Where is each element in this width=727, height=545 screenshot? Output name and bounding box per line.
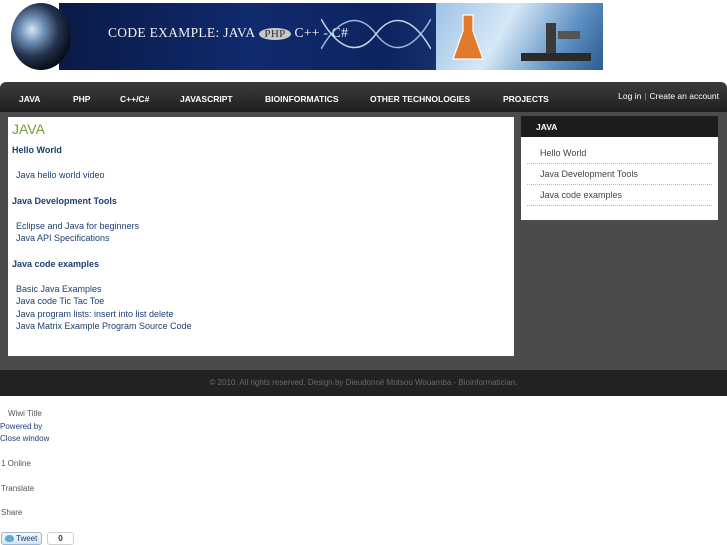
- create-account-link[interactable]: Create an account: [650, 91, 719, 101]
- sidebar-item-java-development-tools[interactable]: Java Development Tools: [527, 164, 712, 185]
- main-content: JAVA Hello World Java hello world video …: [8, 117, 514, 356]
- online-count: 1 Online: [1, 459, 31, 468]
- article-link[interactable]: Eclipse and Java for beginners: [16, 220, 510, 233]
- section-links-java-development-tools: Eclipse and Java for beginners Java API …: [12, 220, 510, 245]
- nav-item-php[interactable]: PHP: [73, 94, 90, 104]
- powered-by-link[interactable]: Powered by: [0, 422, 42, 431]
- nav-item-java[interactable]: JAVA: [19, 94, 40, 104]
- tweet-count: 0: [47, 532, 74, 545]
- sidebar-menu: JAVA Hello World Java Development Tools …: [521, 116, 718, 220]
- translate-link[interactable]: Translate: [1, 484, 34, 493]
- section-links-java-code-examples: Basic Java Examples Java code Tic Tac To…: [12, 283, 510, 333]
- globe-icon: [11, 3, 71, 70]
- sidebar-list: Hello World Java Development Tools Java …: [521, 137, 718, 206]
- tweet-button[interactable]: Tweet: [1, 532, 42, 545]
- nav-item-javascript[interactable]: JAVASCRIPT: [180, 94, 233, 104]
- section-title-java-code-examples[interactable]: Java code examples: [12, 259, 510, 269]
- article-link[interactable]: Java hello world video: [16, 169, 510, 182]
- nav-item-projects[interactable]: PROJECTS: [503, 94, 549, 104]
- page-title: JAVA: [12, 121, 45, 137]
- section-links-hello-world: Java hello world video: [12, 169, 510, 182]
- dna-helix-icon: [321, 18, 431, 50]
- close-window-link[interactable]: Close window: [0, 434, 49, 443]
- tweet-button-label: Tweet: [16, 534, 38, 543]
- nav-item-bioinformatics[interactable]: BIOINFORMATICS: [265, 94, 339, 104]
- sidebar-heading: JAVA: [521, 116, 718, 137]
- site-footer: © 2010. All rights reserved. Design by D…: [0, 370, 727, 396]
- banner-title: CODE EXAMPLE: JAVA PHP C++ - C#: [108, 25, 348, 41]
- section-title-java-development-tools[interactable]: Java Development Tools: [12, 196, 510, 206]
- article-link[interactable]: Java code Tic Tac Toe: [16, 295, 510, 308]
- article-link[interactable]: Java program lists: insert into list del…: [16, 308, 510, 321]
- flask-icon: [452, 14, 484, 60]
- sidebar-item-hello-world[interactable]: Hello World: [527, 143, 712, 164]
- section-title-hello-world[interactable]: Hello World: [12, 145, 510, 155]
- wiwi-title: Wiwi Title: [8, 409, 42, 418]
- twitter-bird-icon: [5, 535, 14, 542]
- account-separator: |: [644, 91, 647, 101]
- content-wrapper: JAVA Hello World Java hello world video …: [0, 112, 727, 370]
- main-navigation: JAVA PHP C++/C# JAVASCRIPT BIOINFORMATIC…: [0, 82, 727, 112]
- nav-item-other-technologies[interactable]: OTHER TECHNOLOGIES: [370, 94, 470, 104]
- article-link[interactable]: Java Matrix Example Program Source Code: [16, 320, 510, 333]
- nav-item-cpp-csharp[interactable]: C++/C#: [120, 94, 149, 104]
- site-banner: CODE EXAMPLE: JAVA PHP C++ - C#: [11, 3, 603, 70]
- login-link[interactable]: Log in: [618, 91, 641, 101]
- share-label: Share: [1, 508, 23, 517]
- article-link[interactable]: Java API Specifications: [16, 232, 510, 245]
- banner-title-pill: PHP: [259, 28, 291, 40]
- sidebar-item-java-code-examples[interactable]: Java code examples: [527, 185, 712, 206]
- banner-title-prefix: CODE EXAMPLE: JAVA: [108, 25, 256, 40]
- microscope-icon: [521, 23, 591, 61]
- article-link[interactable]: Basic Java Examples: [16, 283, 510, 296]
- account-links: Log in | Create an account: [618, 91, 719, 101]
